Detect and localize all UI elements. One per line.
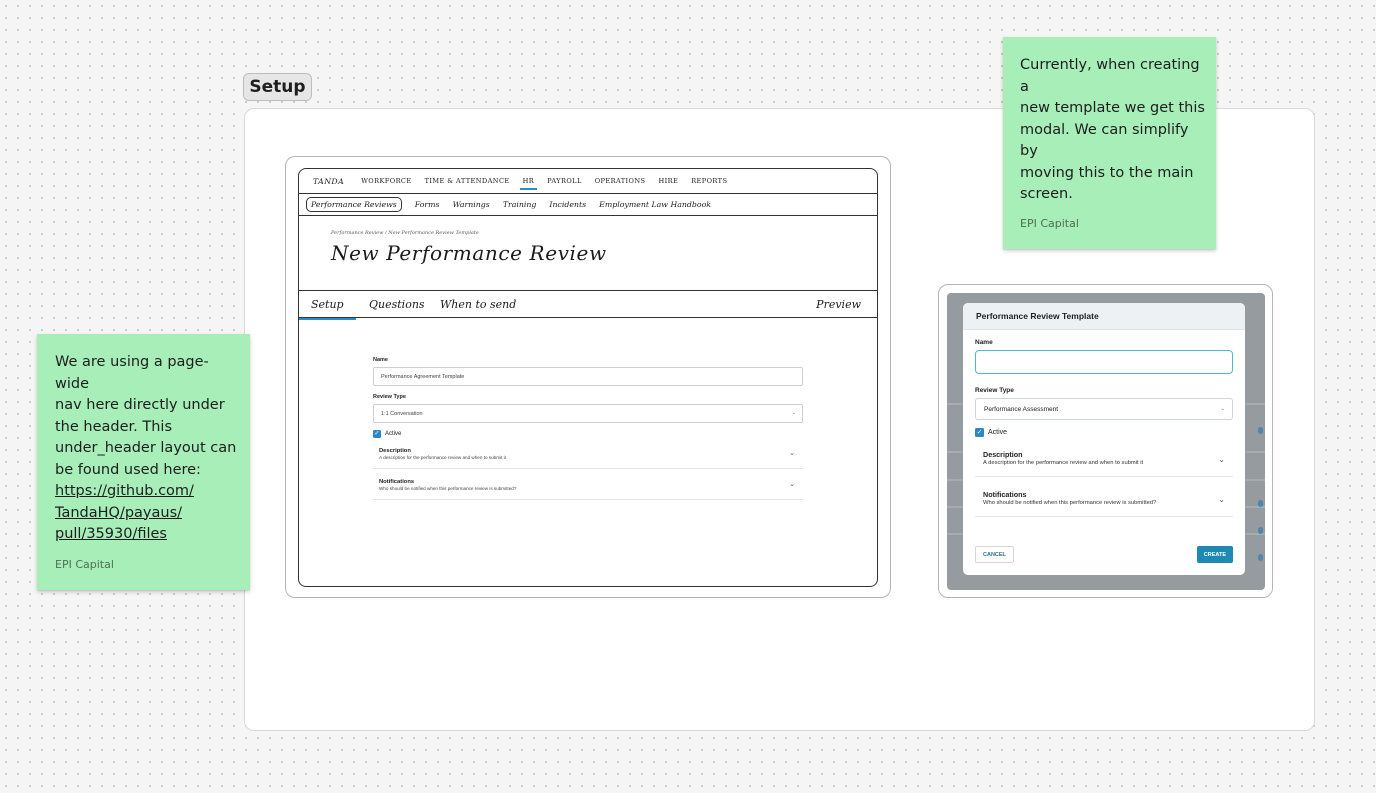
modal-body: Name Review Type Performance Assessment …: [963, 330, 1245, 517]
description-accordion[interactable]: Description A description for the perfor…: [373, 438, 803, 469]
review-type-label: Review Type: [975, 387, 1014, 394]
sticky-line: Currently, when creating a: [1020, 57, 1200, 95]
sticky-line: be found used here:: [55, 461, 201, 478]
name-label: Name: [975, 339, 993, 346]
backdrop-dot: [1258, 527, 1263, 534]
chevron-down-icon: ⌄: [1220, 406, 1225, 412]
performance-review-template-modal: Performance Review Template Name Review …: [963, 303, 1245, 575]
backdrop-dot: [1258, 554, 1263, 561]
top-nav-operations[interactable]: OPERATIONS: [595, 177, 646, 185]
sticky-line: new template we get this: [1020, 100, 1205, 116]
sticky-line: nav here directly under: [55, 397, 225, 413]
github-link-line[interactable]: https://github.com/: [55, 483, 194, 499]
tanda-logo: TANDA: [313, 176, 345, 186]
github-link[interactable]: https://github.com/ TandaHQ/payaus/ pull…: [55, 481, 237, 546]
section-label[interactable]: Setup: [243, 73, 312, 101]
notifications-accordion[interactable]: Notifications Who should be notified whe…: [975, 477, 1233, 517]
modal-backdrop: Performance Review Template Name Review …: [947, 293, 1265, 590]
top-nav-hr[interactable]: HR: [519, 177, 537, 190]
top-nav-hire[interactable]: HIRE: [658, 177, 678, 185]
page-title: New Performance Review: [331, 241, 607, 265]
chevron-down-icon: ⌄: [1218, 455, 1225, 464]
sub-nav-performance-reviews[interactable]: Performance Reviews: [306, 197, 402, 212]
name-input-value: Performance Agreement Template: [381, 373, 465, 380]
review-type-select[interactable]: 1:1 Conversation ⌄: [373, 404, 803, 423]
top-nav-payroll[interactable]: PAYROLL: [547, 177, 582, 185]
wireframe-card[interactable]: TANDA WORKFORCE TIME & ATTENDANCE HR PAY…: [285, 156, 891, 598]
sticky-line: the header. This: [55, 418, 173, 435]
github-link-line[interactable]: TandaHQ/payaus/: [55, 505, 182, 521]
chevron-down-icon: ⌄: [789, 481, 795, 488]
accordion-title: Notifications: [379, 479, 415, 485]
active-checkbox-row[interactable]: ✓ Active: [373, 430, 803, 438]
accordion-title: Notifications: [983, 490, 1027, 499]
modal-footer: CANCEL CREATE: [975, 546, 1233, 563]
tab-setup[interactable]: Setup: [299, 298, 356, 320]
sticky-line: screen.: [1020, 186, 1073, 202]
checkbox-checked-icon[interactable]: ✓: [975, 428, 984, 437]
chevron-down-icon: ⌄: [1218, 495, 1225, 504]
modal-title: Performance Review Template: [963, 303, 1245, 330]
current-modal-card[interactable]: Performance Review Template Name Review …: [938, 284, 1273, 598]
sticky-note-right[interactable]: Currently, when creating a new template …: [1003, 37, 1216, 249]
sticky-line: under_header layout can: [55, 440, 237, 456]
top-nav-time-attendance[interactable]: TIME & ATTENDANCE: [425, 177, 510, 185]
accordion-description: Who should be notified when this perform…: [379, 486, 517, 491]
tab-preview[interactable]: Preview: [816, 298, 861, 311]
accordion-title: Description: [379, 448, 411, 454]
accordion-description: A description for the performance review…: [379, 455, 506, 460]
sticky-line: modal. We can simplify by: [1020, 121, 1189, 160]
description-accordion[interactable]: Description A description for the perfor…: [975, 437, 1233, 477]
cancel-button[interactable]: CANCEL: [975, 546, 1014, 563]
active-label: Active: [385, 431, 402, 437]
sticky-line: moving this to the main: [1020, 164, 1194, 181]
sticky-note-left[interactable]: We are using a page-wide nav here direct…: [37, 334, 250, 590]
sub-nav-forms[interactable]: Forms: [415, 200, 440, 209]
active-label: Active: [988, 429, 1008, 436]
backdrop-dot: [1258, 427, 1263, 434]
tab-questions[interactable]: Questions: [369, 298, 425, 311]
name-label: Name: [373, 357, 388, 363]
accordion-title: Description: [983, 450, 1023, 459]
wireframe-screen: TANDA WORKFORCE TIME & ATTENDANCE HR PAY…: [298, 168, 878, 587]
name-input[interactable]: [975, 350, 1233, 374]
active-checkbox-row[interactable]: ✓ Active: [975, 428, 1233, 437]
sticky-line: We are using a page-wide: [55, 354, 209, 392]
wireframe-sub-nav: Performance Reviews Forms Warnings Train…: [299, 194, 877, 216]
review-type-value: Performance Assessment: [984, 405, 1059, 413]
review-type-label: Review Type: [373, 394, 406, 400]
sub-nav-employment-law-handbook[interactable]: Employment Law Handbook: [599, 200, 711, 209]
wireframe-tabs: Setup Questions When to send Preview: [299, 290, 877, 320]
sticky-author: EPI Capital: [55, 558, 114, 571]
chevron-down-icon: ⌄: [789, 450, 795, 457]
create-button[interactable]: CREATE: [1196, 546, 1233, 563]
wireframe-form: Name Performance Agreement Template Revi…: [373, 357, 803, 500]
breadcrumb[interactable]: Performance Review / New Performance Rev…: [331, 230, 479, 236]
top-nav-reports[interactable]: REPORTS: [691, 177, 727, 185]
notifications-accordion[interactable]: Notifications Who should be notified whe…: [373, 469, 803, 500]
sub-nav-incidents[interactable]: Incidents: [549, 200, 586, 209]
review-type-select[interactable]: Performance Assessment ⌄: [975, 398, 1233, 420]
sub-nav-training[interactable]: Training: [503, 200, 537, 209]
sticky-author: EPI Capital: [1020, 217, 1079, 230]
chevron-down-icon: ⌄: [791, 410, 796, 416]
sub-nav-warnings[interactable]: Warnings: [453, 200, 490, 209]
checkbox-checked-icon[interactable]: ✓: [373, 430, 381, 438]
sticky-note-text: Currently, when creating a new template …: [1020, 55, 1206, 206]
accordion-description: Who should be notified when this perform…: [983, 500, 1157, 506]
tab-when-to-send[interactable]: When to send: [440, 298, 516, 311]
accordion-description: A description for the performance review…: [983, 460, 1144, 466]
github-link-line[interactable]: pull/35930/files: [55, 526, 167, 542]
backdrop-dot: [1258, 500, 1263, 507]
wireframe-top-nav: TANDA WORKFORCE TIME & ATTENDANCE HR PAY…: [299, 169, 877, 194]
sticky-note-text: We are using a page-wide nav here direct…: [55, 352, 237, 546]
review-type-value: 1:1 Conversation: [381, 410, 423, 417]
top-nav-workforce[interactable]: WORKFORCE: [361, 177, 411, 185]
name-input[interactable]: Performance Agreement Template: [373, 367, 803, 386]
